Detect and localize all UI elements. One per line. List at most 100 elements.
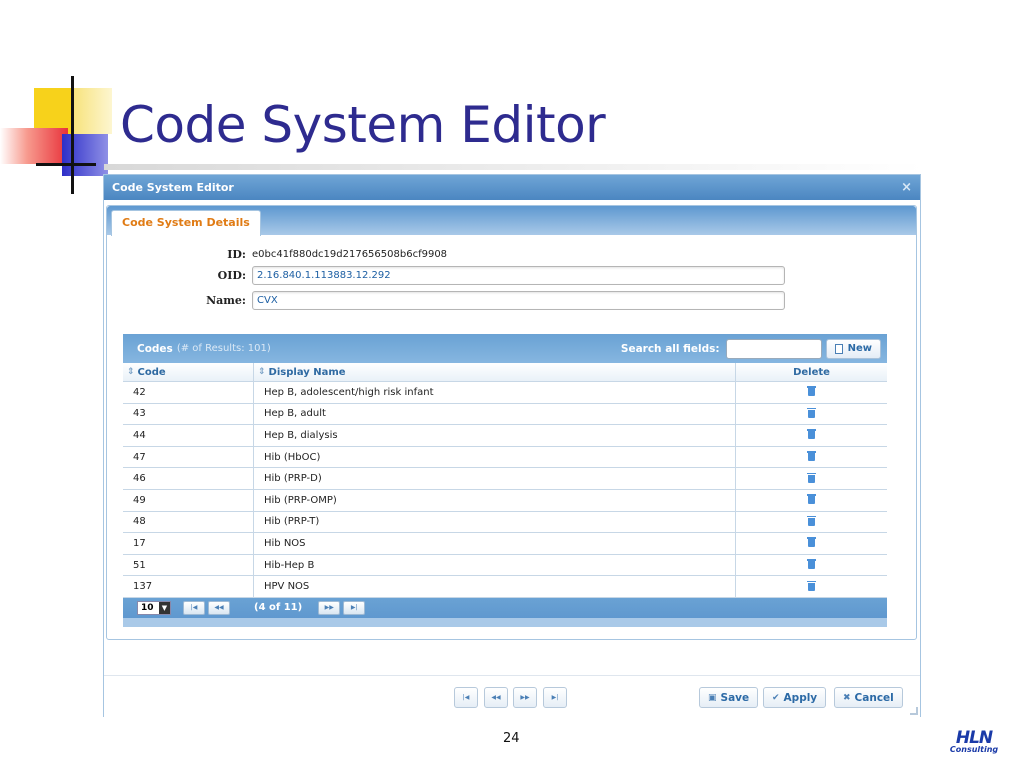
name-input[interactable] <box>252 291 785 310</box>
display-name-cell: Hep B, adolescent/high risk infant <box>254 382 736 403</box>
delete-cell <box>736 490 887 511</box>
display-name-cell: Hib (HbOC) <box>254 446 736 468</box>
resize-handle[interactable] <box>910 707 918 715</box>
display-name-cell: Hib-Hep B <box>254 554 736 576</box>
next-page-button[interactable]: ▶▶ <box>318 600 341 615</box>
search-input[interactable] <box>725 338 822 359</box>
trash-icon[interactable] <box>807 537 816 548</box>
apply-button[interactable]: ✔ Apply <box>763 687 827 708</box>
id-label: ID: <box>227 248 246 261</box>
code-cell: 46 <box>123 468 254 489</box>
delete-cell <box>736 533 887 554</box>
new-button-label: New <box>847 343 872 354</box>
last-page-button[interactable]: ▶| <box>343 600 366 615</box>
slide-title: Code System Editor <box>120 96 606 154</box>
tab-strip: Code System Details <box>107 206 916 236</box>
footer-next-button[interactable]: ▶▶ <box>513 687 537 708</box>
cancel-button-label: Cancel <box>854 691 894 704</box>
logo-subtitle: Consulting <box>949 745 999 754</box>
page-info: (4 of 11) <box>254 602 303 614</box>
oid-label: OID: <box>217 269 246 282</box>
title-rule <box>104 164 924 170</box>
table-row: 47 Hib (HbOC) <box>123 446 887 469</box>
code-cell: 137 <box>123 576 254 597</box>
trash-icon[interactable] <box>807 429 816 440</box>
save-icon: ▣ <box>708 692 717 703</box>
display-name-cell: Hep B, dialysis <box>254 425 736 446</box>
dialog-title: Code System Editor <box>112 181 234 194</box>
code-cell: 51 <box>123 554 254 576</box>
table-row: 44 Hep B, dialysis <box>123 425 887 447</box>
trash-icon[interactable] <box>807 580 816 591</box>
column-header-display-name[interactable]: ⇕ Display Name <box>254 363 736 381</box>
delete-cell <box>736 404 887 425</box>
check-icon: ✔ <box>772 692 780 703</box>
column-header-code-label: Code <box>137 366 166 378</box>
column-header-delete: Delete <box>793 366 830 378</box>
code-cell: 48 <box>123 511 254 533</box>
id-value: e0bc41f880dc19d217656508b6cf9908 <box>252 249 448 260</box>
column-headers: ⇕ Code ⇕ Display Name Delete <box>123 363 887 382</box>
trash-icon[interactable] <box>807 451 816 462</box>
display-name-cell: Hib (PRP-T) <box>254 511 736 533</box>
delete-cell <box>736 447 887 468</box>
delete-cell <box>736 555 887 576</box>
close-icon[interactable]: × <box>901 180 912 195</box>
code-system-editor-dialog: Code System Editor × Code System Details… <box>103 174 921 717</box>
cancel-icon: ✖ <box>843 692 851 703</box>
delete-cell <box>736 382 887 403</box>
footer-last-button[interactable]: ▶| <box>543 687 567 708</box>
table-row: 49 Hib (PRP-OMP) <box>123 489 887 512</box>
display-name-cell: Hep B, adult <box>254 403 736 425</box>
new-button[interactable]: New <box>825 338 881 359</box>
page-size-select[interactable]: 10 ▼ <box>137 600 171 615</box>
decor-vertical-line <box>71 76 74 194</box>
save-button[interactable]: ▣ Save <box>699 687 759 708</box>
table-row: 137 HPV NOS <box>123 576 887 598</box>
name-label: Name: <box>206 294 246 307</box>
hln-consulting-logo: HLN Consulting <box>944 728 1004 762</box>
slide-decoration <box>0 0 120 200</box>
first-page-button[interactable]: |◀ <box>183 600 205 615</box>
tab-code-system-details[interactable]: Code System Details <box>111 210 261 236</box>
code-cell: 42 <box>123 382 254 403</box>
grid-footer-strip <box>123 617 887 627</box>
sort-icon: ⇕ <box>127 367 135 377</box>
column-header-code[interactable]: ⇕ Code <box>123 363 254 381</box>
decor-blue-square <box>62 134 108 176</box>
trash-icon[interactable] <box>807 494 816 505</box>
trash-icon[interactable] <box>807 559 816 570</box>
table-row: 51 Hib-Hep B <box>123 554 887 577</box>
details-panel: Code System Details ID: e0bc41f880dc19d2… <box>106 205 917 640</box>
dialog-footer: |◀ ◀◀ ▶▶ ▶| ▣ Save ✔ Apply ✖ Cancel <box>104 675 920 717</box>
id-row: ID: e0bc41f880dc19d217656508b6cf9908 <box>107 248 447 261</box>
grid-header: Codes (# of Results: 101) Search all fie… <box>123 334 887 363</box>
save-button-label: Save <box>720 691 750 704</box>
display-name-cell: HPV NOS <box>254 576 736 597</box>
sort-icon: ⇕ <box>258 367 266 377</box>
grid-result-count: (# of Results: 101) <box>176 343 271 354</box>
delete-cell <box>736 468 887 489</box>
new-document-icon <box>834 343 843 354</box>
codes-grid: Codes (# of Results: 101) Search all fie… <box>123 334 887 627</box>
apply-button-label: Apply <box>783 691 818 704</box>
trash-icon[interactable] <box>807 515 816 526</box>
trash-icon[interactable] <box>807 407 816 418</box>
table-row: 42 Hep B, adolescent/high risk infant <box>123 382 887 404</box>
table-row: 43 Hep B, adult <box>123 403 887 426</box>
chevron-down-icon: ▼ <box>159 601 170 614</box>
code-cell: 47 <box>123 446 254 468</box>
footer-prev-button[interactable]: ◀◀ <box>484 687 508 708</box>
delete-cell <box>736 425 887 446</box>
trash-icon[interactable] <box>807 472 816 483</box>
prev-page-button[interactable]: ◀◀ <box>208 600 230 615</box>
trash-icon[interactable] <box>807 386 816 397</box>
cancel-button[interactable]: ✖ Cancel <box>834 687 903 708</box>
table-row: 46 Hib (PRP-D) <box>123 468 887 490</box>
code-cell: 17 <box>123 533 254 554</box>
oid-row: OID: <box>107 266 785 285</box>
oid-input[interactable] <box>252 266 785 285</box>
display-name-cell: Hib (PRP-D) <box>254 468 736 489</box>
name-row: Name: <box>107 291 785 310</box>
footer-first-button[interactable]: |◀ <box>454 687 478 708</box>
